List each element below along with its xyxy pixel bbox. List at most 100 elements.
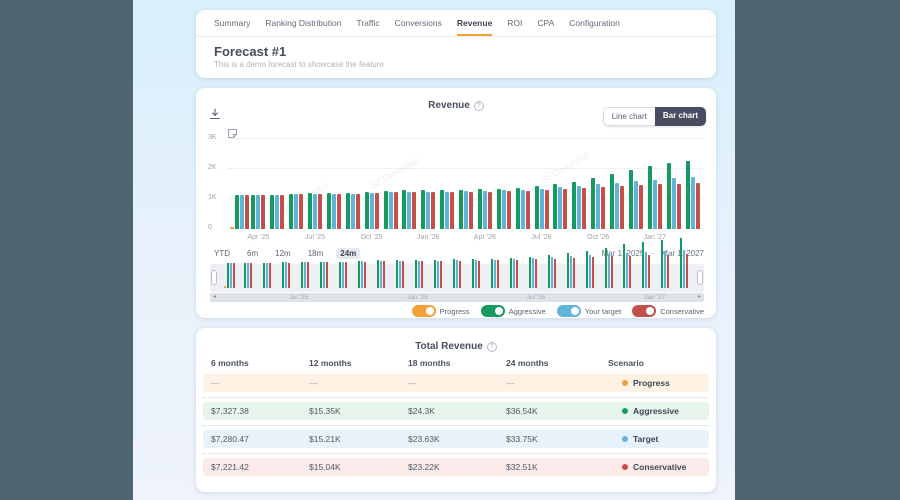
bar-group-jul-25[interactable]	[306, 138, 325, 229]
line-chart-button[interactable]: Line chart	[603, 107, 655, 126]
bar-your-target	[294, 194, 298, 229]
range-option-12m[interactable]: 12m	[271, 248, 295, 259]
brush-handle-right[interactable]	[697, 270, 703, 285]
bar-your-target	[558, 187, 562, 229]
bar-group-jun-25[interactable]	[287, 138, 306, 229]
tab-ranking-distribution[interactable]: Ranking Distribution	[265, 10, 341, 36]
bar-your-target	[691, 177, 695, 230]
help-icon[interactable]: ?	[474, 101, 484, 111]
bar-group-mar-25[interactable]	[230, 138, 249, 229]
mini-bar-group	[391, 260, 410, 288]
bar-group-may-26[interactable]	[494, 138, 513, 229]
bar-group-sep-26[interactable]	[570, 138, 589, 229]
bar-group-jul-26[interactable]	[532, 138, 551, 229]
mini-bar-aggressive	[320, 262, 322, 288]
bar-group-oct-26[interactable]	[589, 138, 608, 229]
mini-bar-aggressive	[282, 262, 284, 288]
bar-conservative	[639, 185, 643, 229]
bar-group-nov-26[interactable]	[608, 138, 627, 229]
bar-aggressive	[572, 182, 576, 229]
bar-aggressive	[251, 195, 255, 230]
bar-group-aug-26[interactable]	[551, 138, 570, 229]
bar-group-jan-26[interactable]	[419, 138, 438, 229]
range-option-18m[interactable]: 18m	[304, 248, 328, 259]
mini-bar-your-target	[418, 261, 420, 288]
range-option-24m[interactable]: 24m	[336, 248, 360, 259]
brush-handle-left[interactable]	[211, 270, 217, 285]
row-divider	[203, 397, 709, 398]
mini-bar-conservative	[421, 261, 423, 288]
bar-group-may-25[interactable]	[268, 138, 287, 229]
bar-aggressive	[610, 174, 614, 229]
tab-traffic[interactable]: Traffic	[356, 10, 379, 36]
legend-toggle-aggressive[interactable]	[481, 305, 505, 317]
bar-conservative	[450, 192, 454, 229]
x-tick-apr-25: Apr '25	[247, 234, 269, 241]
tab-roi[interactable]: ROI	[507, 10, 522, 36]
range-option-ytd[interactable]: YTD	[210, 248, 234, 259]
bar-aggressive	[686, 161, 690, 229]
bar-your-target	[256, 195, 260, 229]
table-row-target[interactable]: $7,280.47$15.21K$23.63K$33.75KTarget	[203, 430, 709, 448]
content-column: Summary Ranking Distribution Traffic Conver…	[196, 0, 716, 500]
table-row-progress[interactable]: ————Progress	[203, 374, 709, 392]
bar-your-target	[653, 180, 657, 229]
bar-group-nov-25[interactable]	[381, 138, 400, 229]
bar-group-sep-25[interactable]	[343, 138, 362, 229]
legend-toggle-progress[interactable]	[412, 305, 436, 317]
bar-your-target	[313, 194, 317, 229]
mini-bar-your-target	[475, 260, 477, 288]
legend-label-aggressive: Aggressive	[509, 307, 546, 316]
mini-bar-aggressive	[642, 242, 644, 288]
legend-item-your-target: Your target	[557, 305, 621, 317]
toggle-knob	[646, 307, 654, 315]
table-row-aggressive[interactable]: $7,327.38$15.35K$24.3K$36.54KAggressive	[203, 402, 709, 420]
legend-toggle-conservative[interactable]	[632, 305, 656, 317]
bar-group-dec-26[interactable]	[627, 138, 646, 229]
chart-scrollbar[interactable]: ◂ ▸ Jul '25Jan '26Jul '26Jan '27	[210, 293, 704, 302]
tab-cpa[interactable]: CPA	[537, 10, 554, 36]
mini-bar-your-target	[513, 259, 515, 288]
tab-conversions[interactable]: Conversions	[395, 10, 442, 36]
bar-group-feb-26[interactable]	[438, 138, 457, 229]
bar-group-jun-26[interactable]	[513, 138, 532, 229]
tab-configuration[interactable]: Configuration	[569, 10, 620, 36]
bar-group-feb-27[interactable]	[664, 138, 683, 229]
bar-aggressive	[289, 194, 293, 229]
bar-group-apr-25[interactable]	[249, 138, 268, 229]
bar-group-aug-25[interactable]	[325, 138, 344, 229]
bar-group-dec-25[interactable]	[400, 138, 419, 229]
cell-aggressive-24-months: $36.54K	[506, 406, 608, 416]
bar-group-mar-26[interactable]	[457, 138, 476, 229]
range-option-6m[interactable]: 6m	[243, 248, 262, 259]
mini-bar-your-target	[437, 261, 439, 288]
legend-toggle-your-target[interactable]	[557, 305, 581, 317]
scroll-right-icon[interactable]: ▸	[698, 293, 701, 302]
bar-conservative	[563, 189, 567, 229]
scenario-label-conservative: Conservative	[633, 462, 686, 472]
bar-conservative	[620, 186, 624, 229]
bar-chart-button[interactable]: Bar chart	[655, 107, 706, 126]
tab-summary[interactable]: Summary	[214, 10, 250, 36]
tab-revenue[interactable]: Revenue	[457, 10, 492, 36]
bar-group-apr-26[interactable]	[476, 138, 495, 229]
bar-aggressive	[553, 184, 557, 229]
bar-your-target	[540, 189, 544, 229]
mini-bar-conservative	[648, 255, 650, 288]
mini-bar-aggressive	[680, 238, 682, 288]
bar-your-target	[407, 192, 411, 229]
bar-conservative	[318, 194, 322, 229]
column-header-24-months: 24 months	[506, 358, 608, 368]
bar-group-oct-25[interactable]	[362, 138, 381, 229]
table-row-conservative[interactable]: $7,221.42$15.04K$23.22K$32.51KConservati…	[203, 458, 709, 476]
y-tick-1k: 1K	[208, 194, 224, 201]
minimap-brush[interactable]	[210, 264, 704, 292]
x-tick-oct-26: Oct '26	[587, 234, 609, 241]
bar-group-mar-27[interactable]	[683, 138, 702, 229]
table-help-icon[interactable]: ?	[487, 342, 497, 352]
mini-bar-conservative	[573, 258, 575, 288]
download-icon[interactable]	[209, 108, 221, 120]
legend-item-conservative: Conservative	[632, 305, 704, 317]
scroll-left-icon[interactable]: ◂	[213, 293, 216, 302]
bar-group-jan-27[interactable]	[645, 138, 664, 229]
